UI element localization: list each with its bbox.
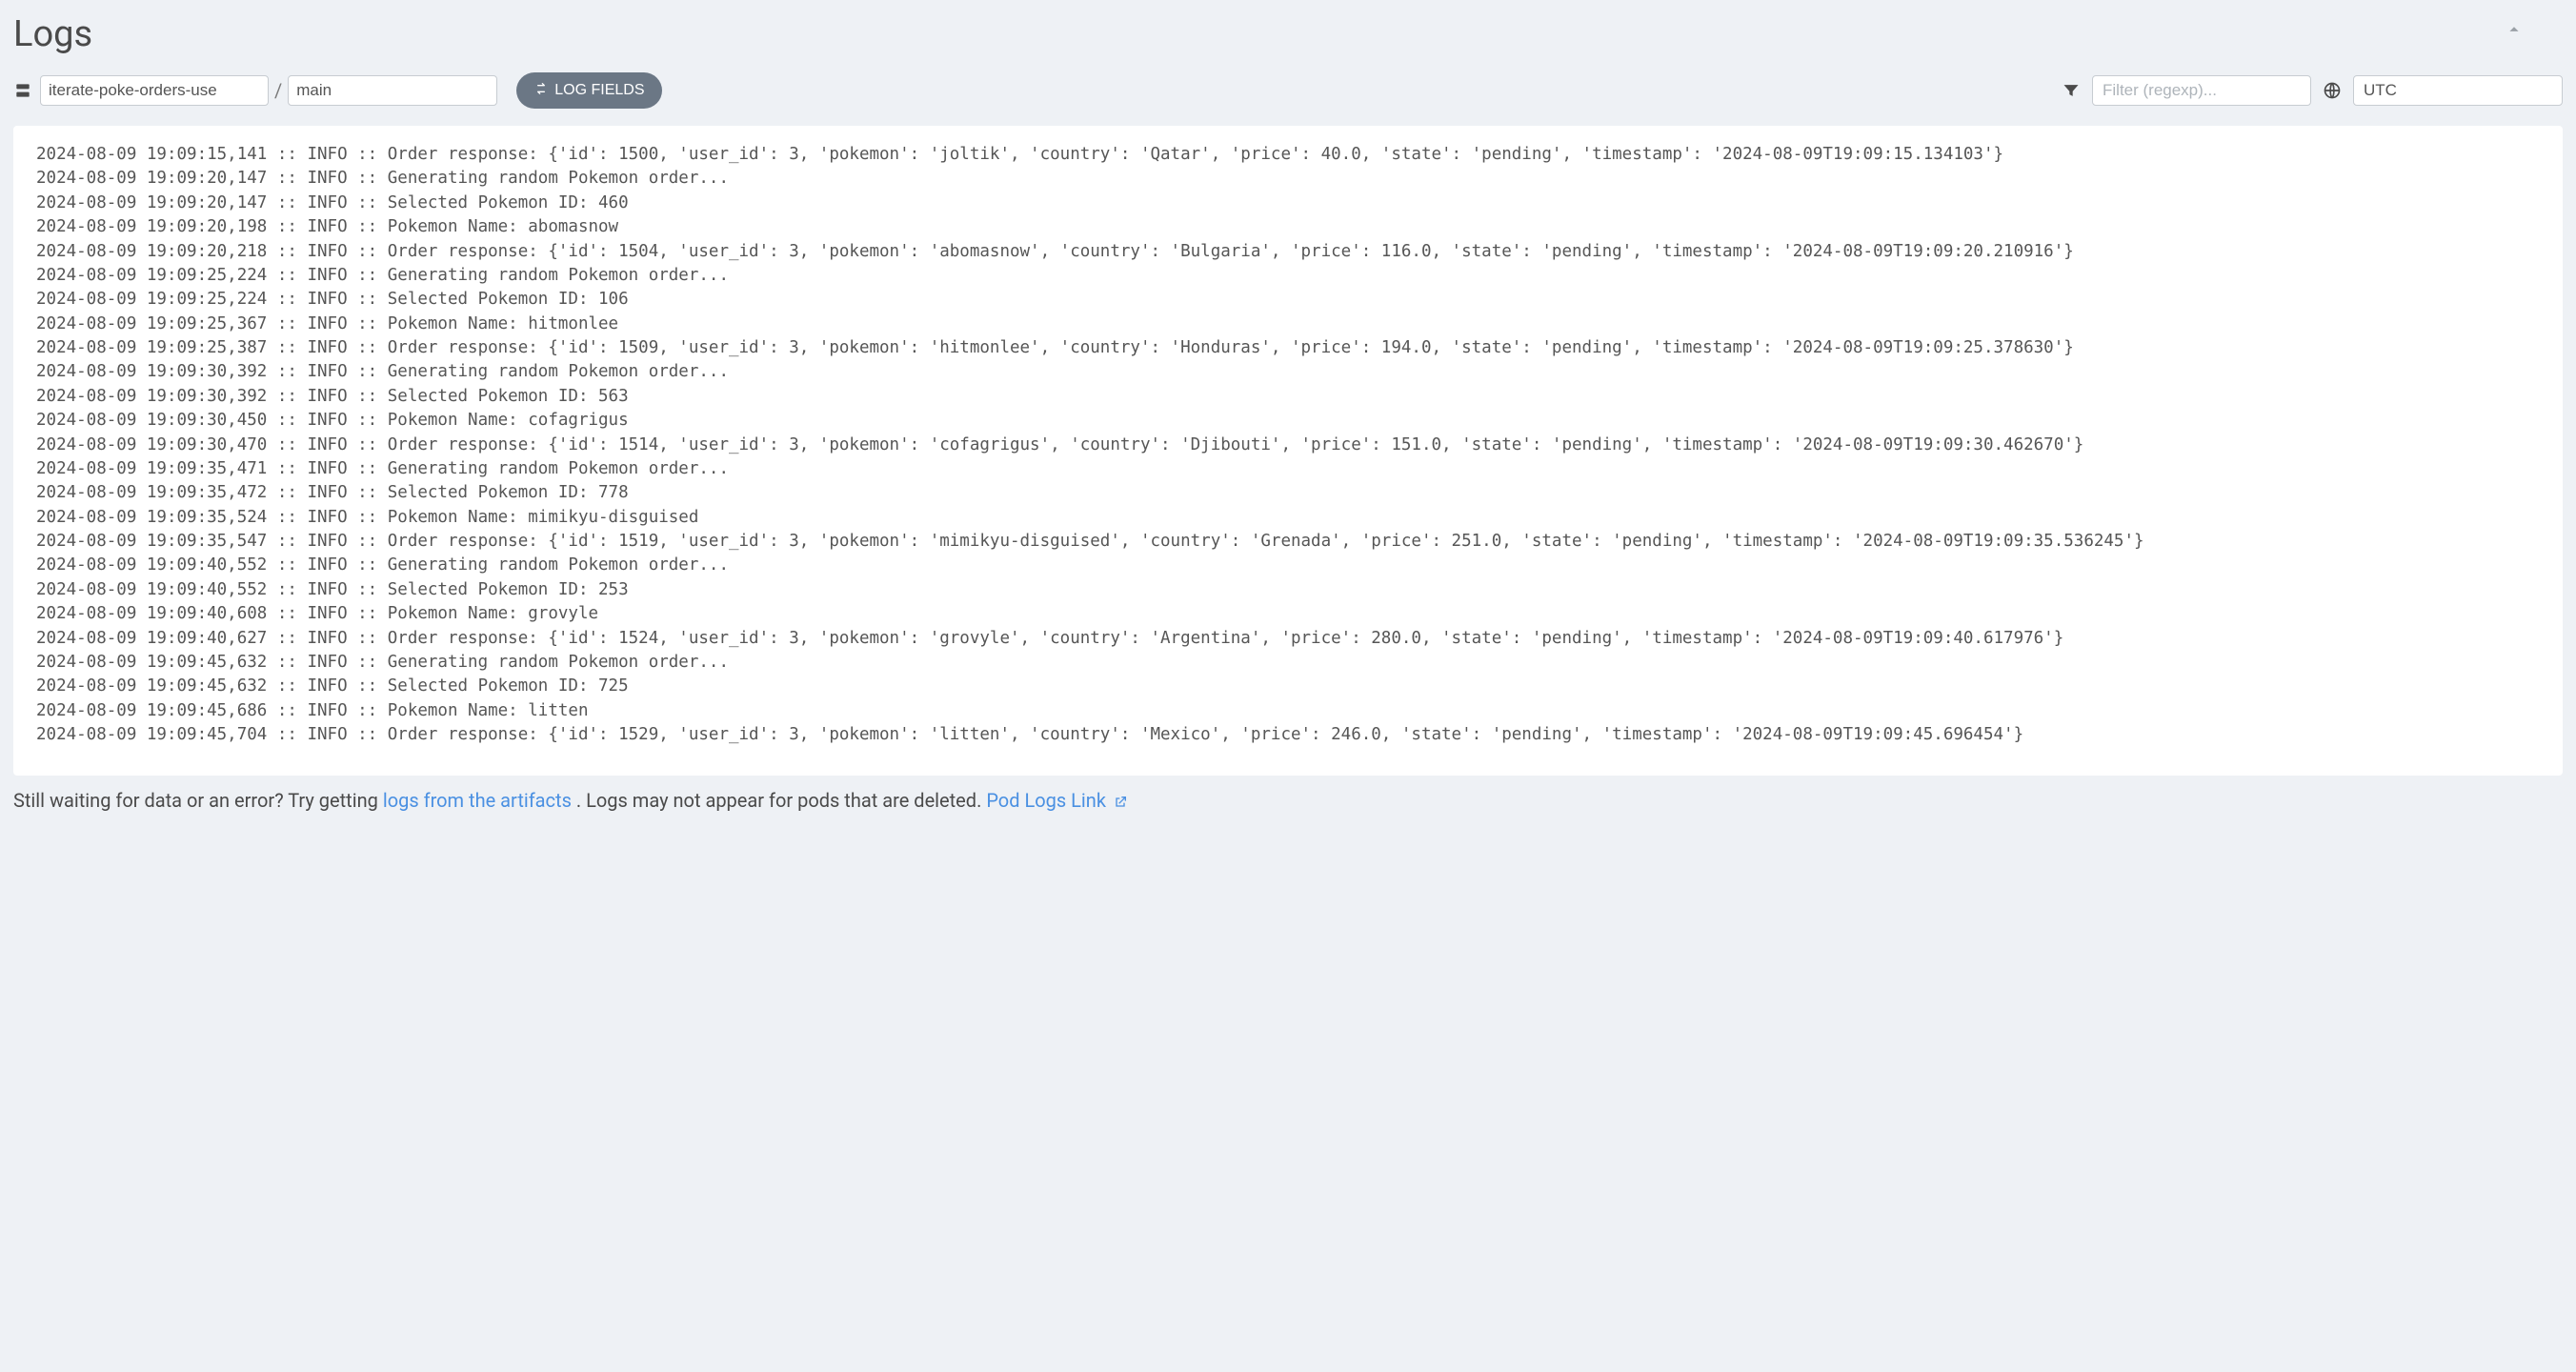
artifacts-logs-link[interactable]: logs from the artifacts [383, 789, 572, 812]
footer-text-middle: . Logs may not appear for pods that are … [576, 789, 986, 812]
log-fields-label: LOG FIELDS [554, 82, 644, 99]
toolbar: / LOG FIELDS [13, 72, 2563, 109]
log-body[interactable]: 2024-08-09 19:09:15,141 :: INFO :: Order… [36, 143, 2540, 747]
external-link-icon [1111, 789, 1128, 812]
source-selector: / [40, 75, 497, 106]
page-title: Logs [13, 13, 2563, 55]
storage-icon [13, 81, 32, 100]
pod-logs-link-label: Pod Logs Link [986, 789, 1106, 812]
log-fields-button[interactable]: LOG FIELDS [516, 72, 661, 109]
path-separator: / [274, 79, 282, 102]
filter-icon[interactable] [2062, 81, 2081, 100]
pod-logs-link[interactable]: Pod Logs Link [986, 789, 1128, 812]
collapse-up-icon[interactable] [2504, 19, 2525, 44]
swap-icon [533, 81, 549, 101]
timezone-input[interactable] [2353, 75, 2563, 106]
branch-input[interactable] [288, 75, 497, 106]
footer-text-before: Still waiting for data or an error? Try … [13, 789, 383, 812]
footer: Still waiting for data or an error? Try … [13, 789, 2563, 812]
log-panel: 2024-08-09 19:09:15,141 :: INFO :: Order… [13, 126, 2563, 776]
globe-icon[interactable] [2323, 81, 2342, 100]
filter-input[interactable] [2092, 75, 2311, 106]
repo-input[interactable] [40, 75, 269, 106]
